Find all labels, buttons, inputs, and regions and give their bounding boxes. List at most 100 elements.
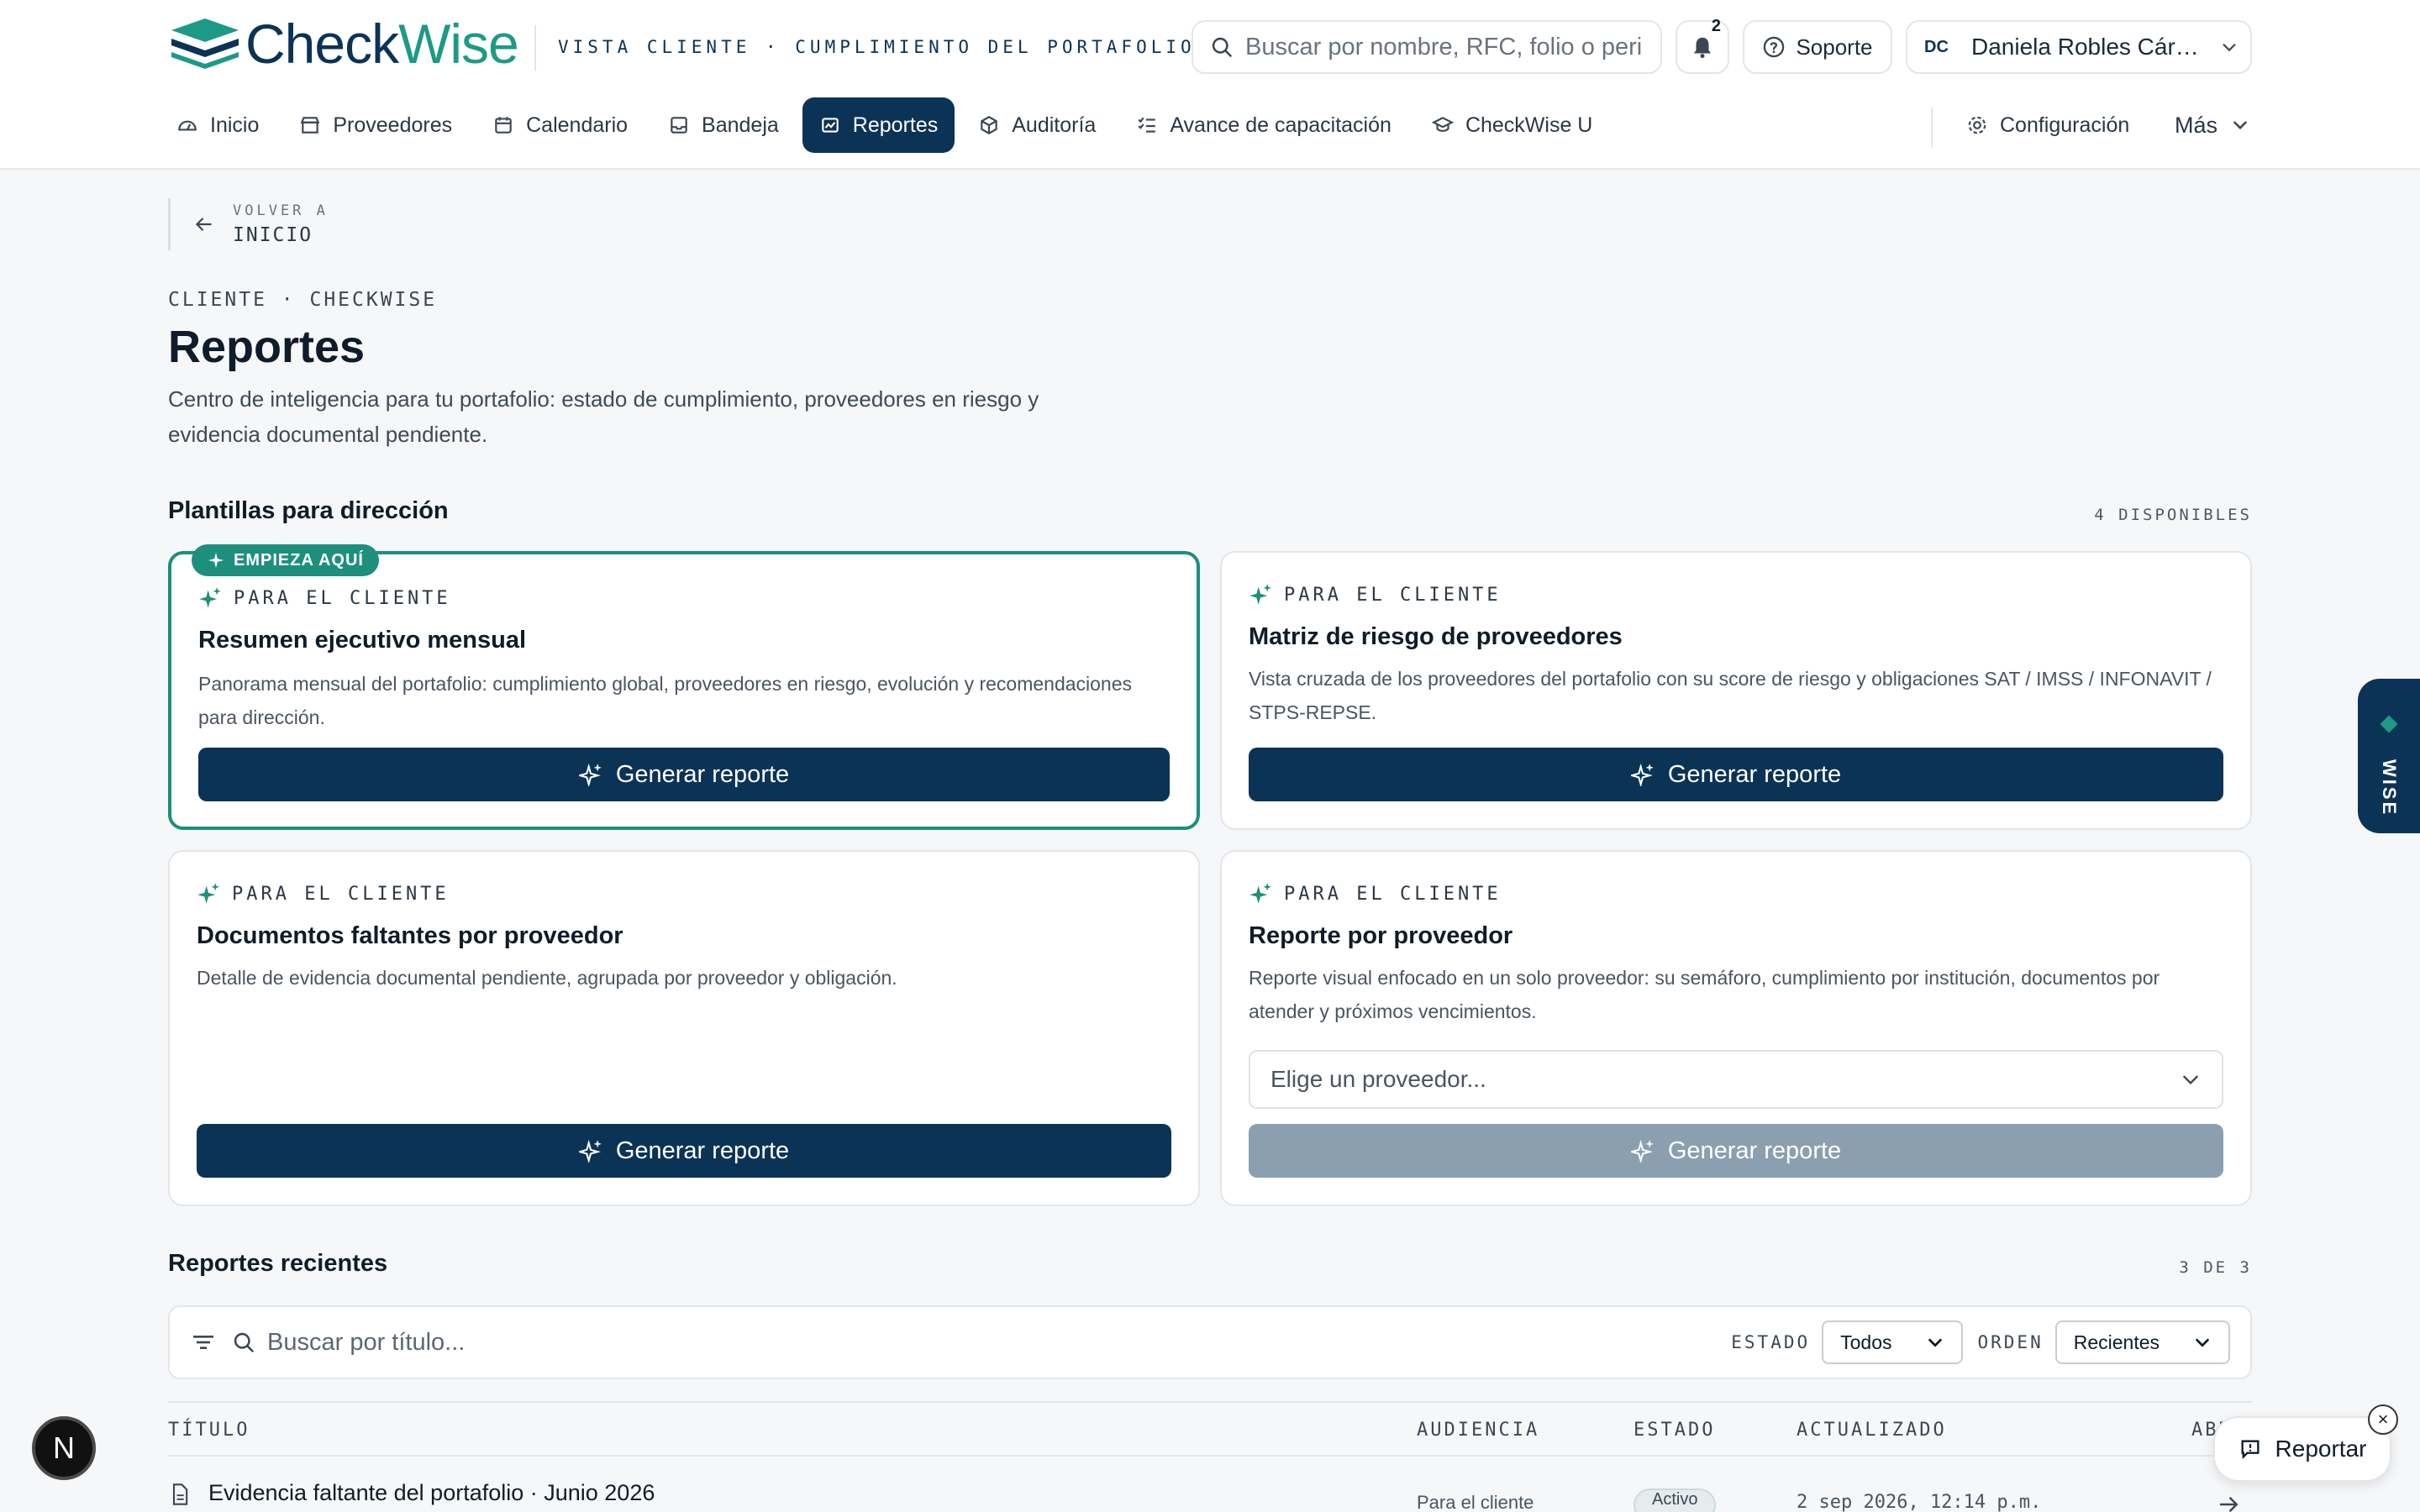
nav-label: Auditoría — [1012, 113, 1097, 137]
store-icon — [301, 117, 320, 134]
templates-section-title: Plantillas para dirección — [168, 497, 449, 524]
recent-filter-bar: ESTADO Todos ORDEN Recientes — [168, 1305, 2252, 1379]
card-tag-label: PARA EL CLIENTE — [1284, 584, 1502, 606]
diamond-icon — [2380, 715, 2398, 733]
nav-more-menu[interactable]: Más — [2158, 97, 2268, 153]
generate-report-button[interactable]: Generar reporte — [197, 1124, 1171, 1178]
column-header-status[interactable]: ESTADO — [1634, 1420, 1715, 1441]
checklist-icon — [1138, 117, 1156, 133]
checkwise-logo[interactable]: CheckWise — [168, 13, 519, 75]
calendar-icon — [495, 117, 512, 134]
featured-pill-label: EMPIEZA AQUÍ — [234, 550, 364, 570]
card-tag-label: PARA EL CLIENTE — [1284, 883, 1502, 905]
logo-stack-icon — [171, 18, 239, 69]
chevron-down-icon — [2196, 1338, 2209, 1347]
generate-report-label: Generar reporte — [615, 1137, 790, 1164]
sparkle-icon — [1630, 763, 1654, 786]
sparkle-icon — [578, 1139, 602, 1163]
nav-item-avance-capacitacion[interactable]: Avance de capacitación — [1119, 97, 1408, 153]
chevron-down-icon — [2223, 44, 2236, 52]
back-link[interactable]: VOLVER A INICIO — [168, 198, 329, 250]
document-icon — [172, 1483, 188, 1505]
filter-lines-icon[interactable] — [190, 1329, 217, 1356]
column-header-updated[interactable]: ACTUALIZADO — [1797, 1420, 1947, 1441]
bell-icon — [1694, 37, 1711, 59]
gauge-icon — [178, 120, 197, 131]
arrow-right-icon[interactable] — [2217, 1492, 2242, 1512]
nav-item-inicio[interactable]: Inicio — [160, 97, 276, 153]
user-menu[interactable]: DC Daniela Robles Cárd... — [1906, 20, 2252, 74]
card-tag-label: PARA EL CLIENTE — [232, 883, 450, 905]
report-feedback-button[interactable]: Reportar — [2213, 1416, 2391, 1482]
template-card-reporte-proveedor: PARA EL CLIENTE Reporte por proveedor Re… — [1220, 850, 2252, 1206]
card-title: Reporte por proveedor — [1249, 922, 1513, 949]
page-title: Reportes — [168, 322, 366, 372]
column-header-title[interactable]: TÍTULO — [168, 1420, 250, 1441]
nav-label: Inicio — [210, 113, 260, 137]
featured-pill: EMPIEZA AQUÍ — [192, 544, 379, 576]
dev-tools-button[interactable]: N — [32, 1416, 96, 1480]
nav-item-reportes[interactable]: Reportes — [802, 97, 955, 153]
sparkle-icon — [197, 883, 219, 904]
report-feedback-label: Reportar — [2275, 1436, 2367, 1462]
card-audience-tag: PARA EL CLIENTE — [1249, 882, 1502, 906]
card-description: Detalle de evidencia documental pendient… — [197, 967, 897, 989]
nav-label: Calendario — [526, 113, 629, 137]
card-title: Documentos faltantes por proveedor — [197, 922, 623, 949]
nav-label: Avance de capacitación — [1170, 113, 1392, 137]
nav-item-auditoria[interactable]: Auditoría — [961, 97, 1113, 153]
generate-report-label: Generar reporte — [1667, 1137, 1842, 1164]
sparkle-icon — [1249, 584, 1271, 605]
card-audience-tag: PARA EL CLIENTE — [197, 882, 450, 906]
generate-report-label: Generar reporte — [615, 760, 790, 788]
cube-icon — [981, 116, 997, 134]
support-button[interactable]: Soporte — [1743, 20, 1892, 74]
message-square-icon — [2241, 1440, 2260, 1460]
notifications-count: 2 — [1711, 17, 1721, 35]
nav-item-proveedores[interactable]: Proveedores — [282, 97, 469, 153]
notifications-button[interactable]: 2 — [1676, 17, 1729, 74]
card-description: Panorama mensual del portafolio: cumplim… — [198, 673, 1133, 728]
wise-side-tab[interactable]: WISE — [2358, 679, 2420, 833]
nav-item-configuracion[interactable]: Configuración — [1949, 97, 2146, 153]
nav-item-bandeja[interactable]: Bandeja — [651, 97, 796, 153]
help-circle-icon — [1764, 36, 1785, 58]
report-icon — [822, 118, 839, 133]
recent-table-header: TÍTULO AUDIENCIA ESTADO ACTUALIZADO ABR — [168, 1401, 2252, 1457]
estado-select[interactable]: Todos — [1822, 1320, 1963, 1364]
template-card-resumen-ejecutivo: EMPIEZA AQUÍ PARA EL CLIENTE Resumen eje… — [168, 544, 1200, 830]
generate-report-button[interactable]: Generar reporte — [1249, 748, 2223, 801]
nav-divider — [1931, 108, 1933, 148]
orden-select[interactable]: Recientes — [2054, 1320, 2230, 1364]
nav-label: CheckWise U — [1465, 113, 1593, 137]
table-row[interactable]: Evidencia faltante del portafolio · Juni… — [168, 1458, 2252, 1512]
main-nav: Inicio Proveedores Calendario Bandeja Re… — [160, 96, 1609, 155]
card-description: Vista cruzada de los proveedores del por… — [1249, 668, 2212, 723]
nav-item-calendario[interactable]: Calendario — [476, 97, 644, 153]
user-name: Daniela Robles Cárd... — [1971, 34, 2207, 60]
recent-search-input[interactable] — [267, 1328, 1732, 1357]
nav-label: Reportes — [852, 113, 939, 137]
global-search[interactable] — [1192, 20, 1662, 74]
generate-report-button[interactable]: Generar reporte — [198, 748, 1170, 801]
provider-select[interactable]: Elige un proveedor... — [1249, 1050, 2223, 1109]
recent-count: 3 DE 3 — [2179, 1258, 2252, 1277]
orden-label: ORDEN — [1977, 1332, 2044, 1352]
support-label: Soporte — [1796, 34, 1873, 60]
card-audience-tag: PARA EL CLIENTE — [198, 586, 451, 610]
generate-report-button-disabled[interactable]: Generar reporte — [1249, 1124, 2223, 1178]
column-header-audience[interactable]: AUDIENCIA — [1417, 1420, 1539, 1441]
sparkle-icon — [208, 552, 224, 569]
templates-count: 4 DISPONIBLES — [2094, 506, 2252, 524]
close-icon[interactable]: × — [2368, 1404, 2398, 1435]
orden-select-value: Recientes — [2073, 1331, 2160, 1353]
row-title[interactable]: Evidencia faltante del portafolio · Juni… — [208, 1480, 655, 1506]
generate-report-label: Generar reporte — [1667, 760, 1842, 788]
row-updated: 2 sep 2026, 12:14 p.m. — [1797, 1492, 2042, 1512]
nav-label: Configuración — [2000, 113, 2130, 137]
global-search-input[interactable] — [1245, 33, 1649, 61]
header-divider — [534, 25, 536, 71]
logo-wordmark: CheckWise — [245, 13, 519, 75]
back-link-target: INICIO — [233, 224, 313, 246]
nav-item-checkwise-u[interactable]: CheckWise U — [1415, 97, 1609, 153]
